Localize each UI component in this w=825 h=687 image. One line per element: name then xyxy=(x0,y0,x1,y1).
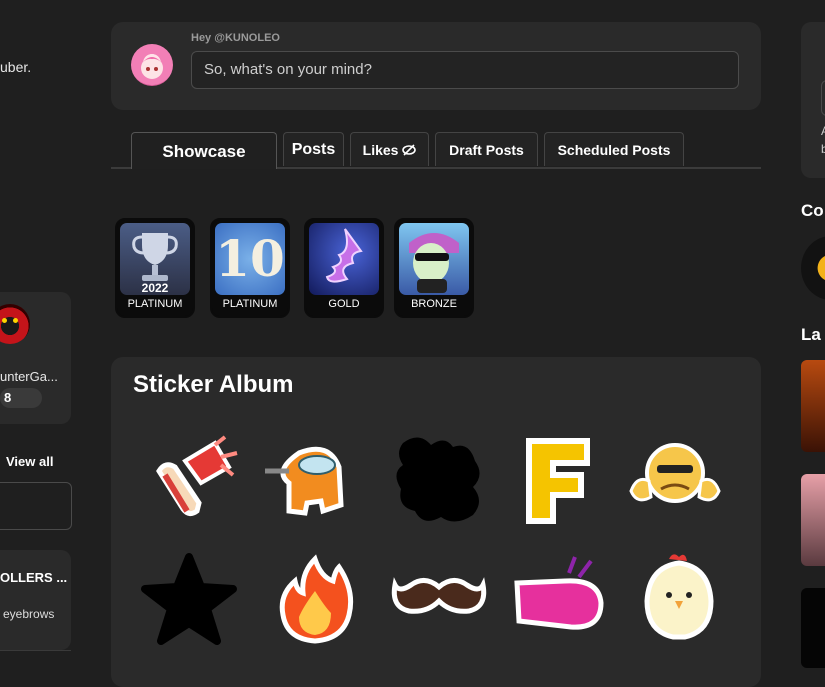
right-input[interactable] xyxy=(821,80,825,116)
user-avatar[interactable] xyxy=(131,44,173,86)
tab-showcase-label: Showcase xyxy=(162,142,246,161)
lightning-tornado-icon xyxy=(309,223,379,295)
megaphone-sticker[interactable] xyxy=(145,431,245,531)
showcase-badge[interactable]: GOLD xyxy=(304,218,384,318)
profile-bio-fragment: uber. xyxy=(0,59,32,75)
badge-tier: GOLD xyxy=(328,298,360,310)
tab-likes[interactable]: Likes xyxy=(350,132,429,166)
right-thumbnail-1[interactable] xyxy=(801,360,825,452)
hidden-eye-icon xyxy=(402,134,417,156)
chicken-sticker[interactable] xyxy=(629,551,729,651)
badge-year: 2022 xyxy=(141,281,169,295)
friend-card[interactable]: unterGa... 8 xyxy=(0,292,71,424)
group-title[interactable]: OLLERS ... xyxy=(0,570,67,585)
left-search-input[interactable] xyxy=(0,482,72,530)
tab-likes-label: Likes xyxy=(362,142,399,158)
badge-number: 10 xyxy=(215,229,285,288)
right-panel-card: A b xyxy=(801,22,825,178)
trophy-icon: 2022 xyxy=(120,223,190,295)
group-text: eyebrows xyxy=(3,607,55,621)
badge-tier: PLATINUM xyxy=(127,298,183,310)
right-text-a: A xyxy=(821,124,825,138)
tab-posts[interactable]: Posts xyxy=(283,132,344,166)
friend-avatar[interactable] xyxy=(0,304,30,344)
sticker-album: Sticker Album xyxy=(111,357,761,687)
ten-anniversary-icon: 10 xyxy=(215,223,285,295)
among-us-crewmate-sticker[interactable] xyxy=(259,431,359,531)
group-card[interactable]: OLLERS ... eyebrows xyxy=(0,550,71,651)
showcase-badge[interactable]: 10 PLATINUM xyxy=(210,218,290,318)
fire-sticker[interactable] xyxy=(265,551,365,651)
post-composer: Hey @KUNOLEO So, what's on your mind? xyxy=(111,22,761,110)
sweating-thumbs-emoji-sticker[interactable] xyxy=(625,431,725,531)
badge-tier: BRONZE xyxy=(411,298,457,310)
pink-fist-sticker[interactable] xyxy=(509,551,609,651)
sticker-album-title: Sticker Album xyxy=(133,371,294,398)
anime-avatar-icon xyxy=(140,57,164,79)
right-text-b: b xyxy=(821,142,825,156)
status-input[interactable]: So, what's on your mind? xyxy=(191,51,739,89)
tab-scheduled-posts-label: Scheduled Posts xyxy=(557,142,671,158)
locked-star-sticker[interactable] xyxy=(139,551,239,651)
tab-posts-label: Posts xyxy=(291,141,336,158)
tab-scheduled-posts[interactable]: Scheduled Posts xyxy=(544,132,684,166)
cool-character-icon xyxy=(399,223,469,295)
showcase-badge[interactable]: 2022 PLATINUM xyxy=(115,218,195,318)
showcase-badge[interactable]: BRONZE xyxy=(394,218,474,318)
friend-name[interactable]: unterGa... xyxy=(0,369,58,384)
right-thumbnail-2[interactable] xyxy=(801,474,825,566)
group-divider xyxy=(0,650,71,651)
right-avatar-icon[interactable] xyxy=(801,236,825,300)
right-heading-1: Co xyxy=(801,201,824,220)
badge-tier: PLATINUM xyxy=(222,298,278,310)
letter-f-sticker[interactable] xyxy=(507,431,607,531)
right-thumbnail-3[interactable] xyxy=(801,588,825,668)
right-heading-2: La xyxy=(801,325,821,344)
view-all-link[interactable]: View all xyxy=(6,454,53,469)
locked-silhouette-sticker[interactable] xyxy=(389,431,489,531)
tab-draft-posts-label: Draft Posts xyxy=(449,142,524,158)
mustache-sticker[interactable] xyxy=(389,551,489,651)
friend-level-badge: 8 xyxy=(0,388,42,408)
composer-greeting: Hey @KUNOLEO xyxy=(191,32,280,44)
tab-showcase[interactable]: Showcase xyxy=(131,132,277,169)
tab-draft-posts[interactable]: Draft Posts xyxy=(435,132,538,166)
